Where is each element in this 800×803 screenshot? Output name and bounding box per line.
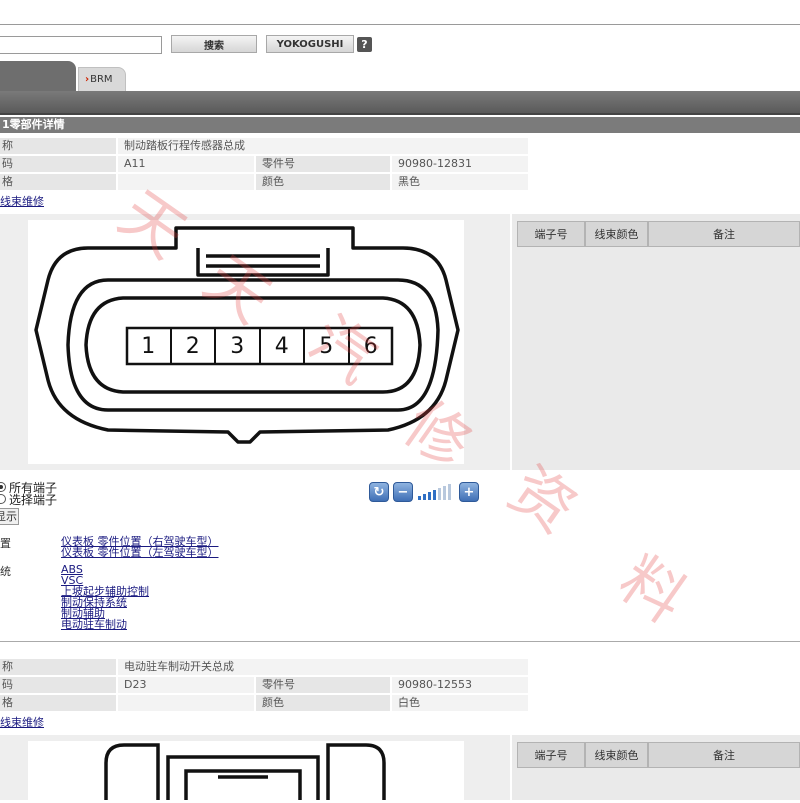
harness-repair-link[interactable]: 线束维修 (0, 193, 44, 209)
location-label: 置 (0, 537, 11, 550)
spec-label-2: 格 (0, 695, 116, 711)
section-title: 1零部件详情 (0, 117, 800, 133)
color-value: 黑色 (392, 174, 528, 190)
name-label-2: 称 (0, 659, 116, 675)
pin-table-panel (512, 214, 800, 470)
section-divider (0, 641, 800, 642)
col-wire-color-header-2: 线束颜色 (585, 742, 648, 768)
watermark-char-6: 料 (606, 541, 700, 638)
zoom-level-indicator[interactable] (416, 484, 456, 500)
name-value-2: 电动驻车制动开关总成 (118, 659, 528, 675)
col-pin-header-2: 端子号 (517, 742, 585, 768)
spec-value-2 (118, 695, 254, 711)
color-label: 颜色 (256, 174, 390, 190)
show-button[interactable]: 显示 (0, 508, 19, 525)
tab-brm-label: BRM (90, 74, 113, 85)
connector-drawing-2 (104, 743, 386, 800)
part-no-value: 90980-12831 (392, 156, 528, 172)
code-label: 码 (0, 156, 116, 172)
search-input[interactable] (0, 36, 162, 54)
part-no-value-2: 90980-12553 (392, 677, 528, 693)
code-label-2: 码 (0, 677, 116, 693)
code-value-2: D23 (118, 677, 254, 693)
refresh-icon[interactable]: ↻ (369, 482, 389, 502)
connector-diagram-2[interactable] (28, 741, 464, 800)
harness-repair-link-2[interactable]: 线束维修 (0, 714, 44, 730)
location-link-lhd[interactable]: 仪表板 零件位置（左驾驶车型） (61, 547, 219, 558)
chevron-right-icon: › (85, 74, 90, 85)
zoom-out-icon[interactable]: − (393, 482, 413, 502)
code-value: A11 (118, 156, 254, 172)
zoom-in-icon[interactable]: + (459, 482, 479, 502)
col-remarks-header: 备注 (648, 221, 800, 247)
tab-active[interactable] (0, 61, 76, 91)
radio-select-pins-label: 选择端子 (9, 493, 58, 507)
color-label-2: 颜色 (256, 695, 390, 711)
system-link-epb[interactable]: 电动驻车制动 (61, 619, 127, 630)
col-pin-header: 端子号 (517, 221, 585, 247)
system-label: 统 (0, 565, 11, 578)
part-no-label: 零件号 (256, 156, 390, 172)
part-no-label-2: 零件号 (256, 677, 390, 693)
pin-2[interactable]: 2 (172, 328, 216, 364)
top-divider (0, 24, 800, 25)
search-button[interactable]: 搜索 (171, 35, 257, 53)
name-value: 制动踏板行程传感器总成 (118, 138, 528, 154)
pin-1[interactable]: 1 (127, 328, 172, 364)
yokogushi-button[interactable]: YOKOGUSHI (266, 35, 354, 53)
col-remarks-header-2: 备注 (648, 742, 800, 768)
help-icon[interactable]: ? (357, 37, 372, 52)
color-value-2: 白色 (392, 695, 528, 711)
col-wire-color-header: 线束颜色 (585, 221, 648, 247)
spec-label: 格 (0, 174, 116, 190)
name-label: 称 (0, 138, 116, 154)
radio-select-pins[interactable] (0, 494, 6, 504)
tab-content-bar (0, 91, 800, 115)
radio-all-pins[interactable] (0, 482, 6, 492)
tab-brm[interactable]: › BRM (78, 67, 126, 91)
